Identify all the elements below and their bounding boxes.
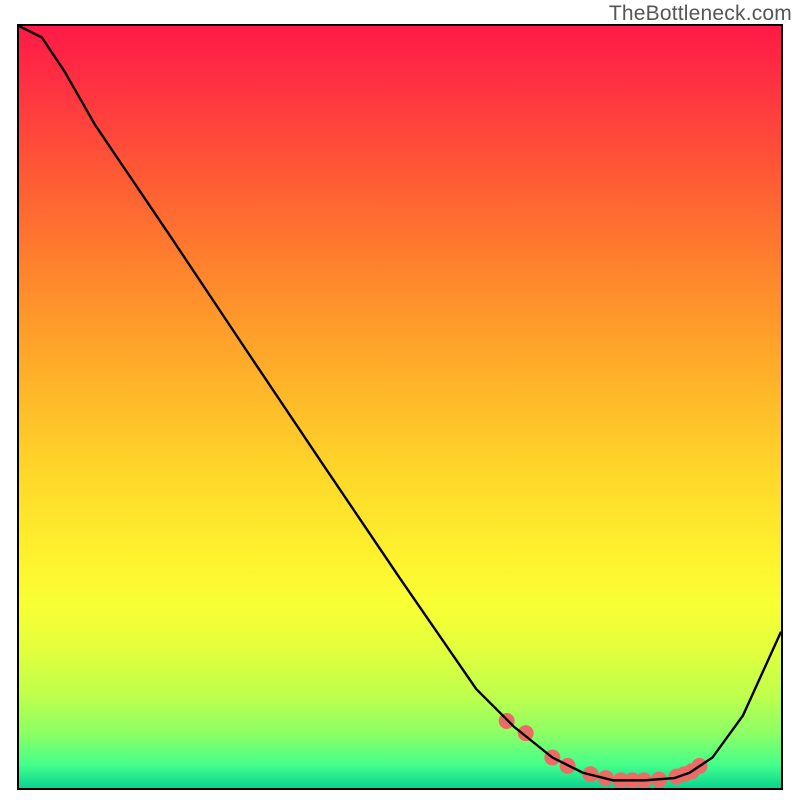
chart-main-curve [19,26,781,780]
chart-plot-area [17,24,783,790]
chart-curve-layer [19,26,781,788]
watermark-text: TheBottleneck.com [609,2,792,26]
